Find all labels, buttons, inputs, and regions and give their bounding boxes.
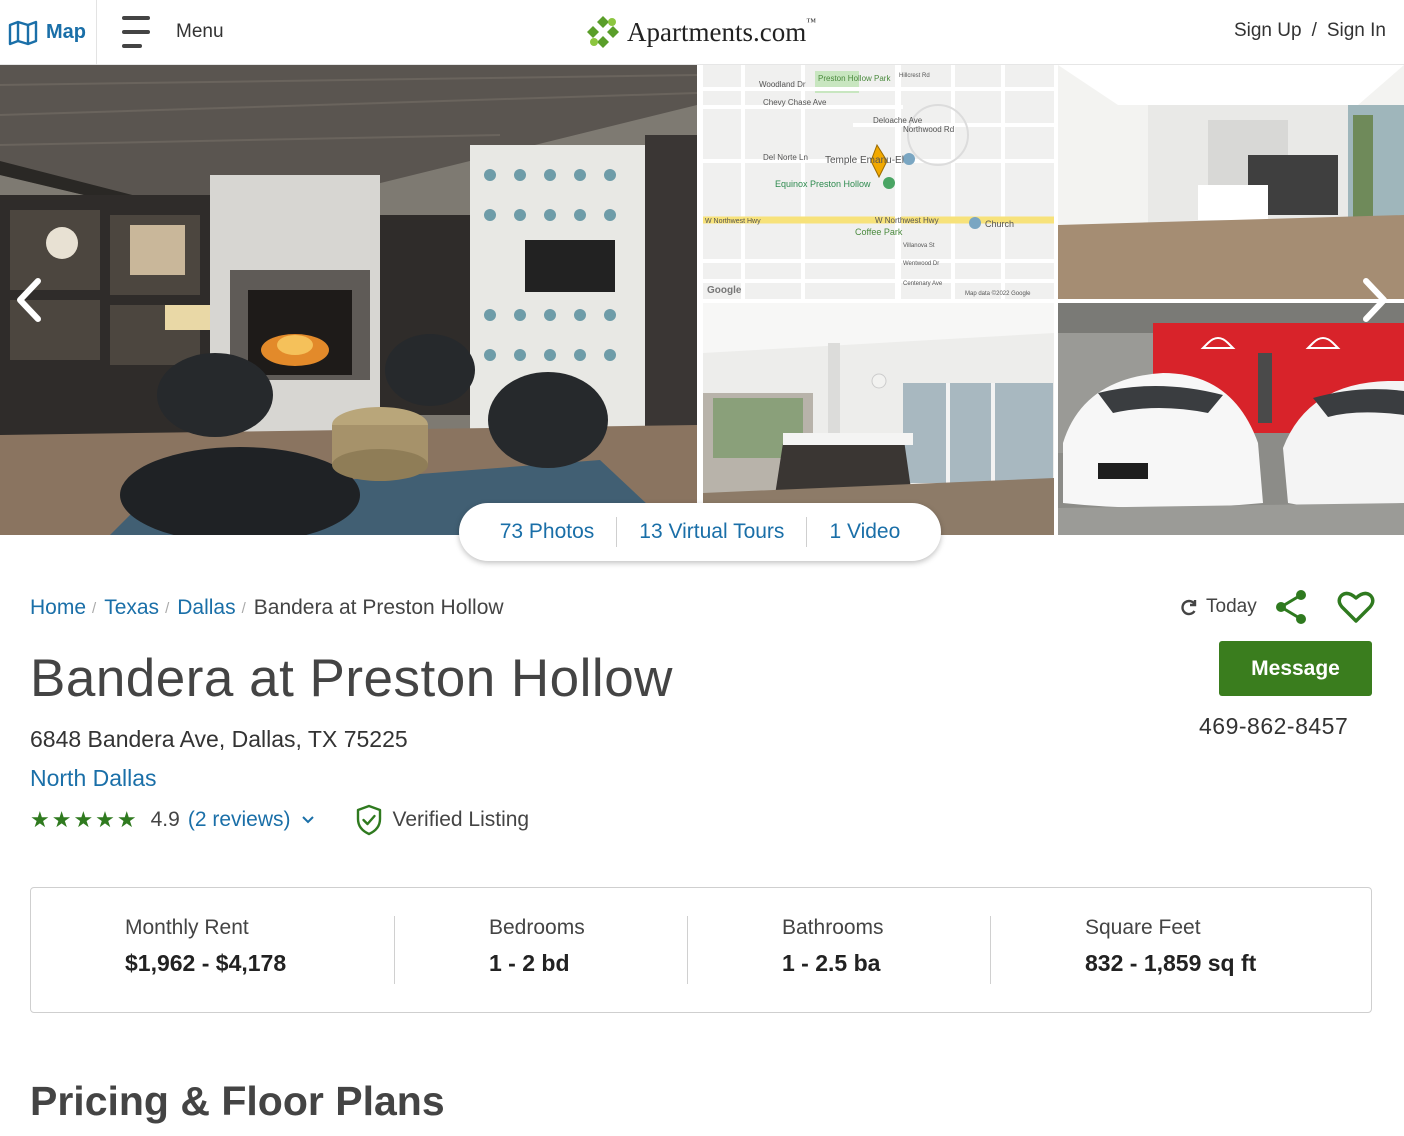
divider: [990, 916, 991, 984]
apartments-logo[interactable]: Apartments.com™: [585, 10, 816, 54]
top-header: Map Menu Apartments.com™ Sign Up / Sign: [0, 0, 1404, 65]
fact-value: 1 - 2.5 ba: [782, 950, 881, 976]
svg-text:Church: Church: [985, 219, 1014, 229]
fact-label: Bathrooms: [782, 916, 884, 939]
auth-links: Sign Up / Sign In: [1234, 20, 1386, 42]
logo-text: Apartments.com™: [627, 16, 817, 47]
reviews-link[interactable]: (2 reviews): [188, 808, 291, 832]
svg-text:Google: Google: [707, 285, 742, 296]
svg-text:Coffee Park: Coffee Park: [855, 227, 903, 237]
svg-text:Wentwood Dr: Wentwood Dr: [903, 261, 939, 267]
rating-value: 4.9: [150, 808, 180, 831]
property-address: 6848 Bandera Ave, Dallas, TX 75225: [30, 726, 408, 752]
breadcrumb-separator: /: [165, 599, 170, 617]
fact-square-feet: Square Feet 832 - 1,859 sq ft: [1085, 916, 1256, 977]
share-icon[interactable]: [1273, 588, 1311, 626]
pricing-section-title: Pricing & Floor Plans: [30, 1078, 445, 1124]
gallery-photo-kitchen[interactable]: [703, 303, 1054, 535]
photo-gallery: Woodland Dr Preston Hollow Park Chevy Ch…: [0, 65, 1404, 535]
refresh-icon: [1181, 599, 1197, 616]
gallery-photo-interior[interactable]: [1058, 65, 1404, 299]
divider: [394, 916, 395, 984]
video-link[interactable]: 1 Video: [807, 520, 922, 544]
fact-value: 1 - 2 bd: [489, 950, 570, 976]
sign-in-link[interactable]: Sign In: [1327, 20, 1386, 42]
fact-bathrooms: Bathrooms 1 - 2.5 ba: [782, 916, 884, 977]
menu-label: Menu: [176, 21, 224, 42]
gallery-photo-ev-charging[interactable]: [1058, 303, 1404, 535]
kitchen-photo-image: [703, 303, 1054, 535]
breadcrumb-dallas[interactable]: Dallas: [177, 596, 235, 620]
svg-text:Northwood Rd: Northwood Rd: [903, 125, 954, 134]
fact-label: Monthly Rent: [125, 916, 249, 939]
heart-icon[interactable]: [1337, 590, 1375, 624]
property-facts-box: Monthly Rent $1,962 - $4,178 Bedrooms 1 …: [30, 887, 1372, 1013]
gallery-prev-button[interactable]: [10, 275, 50, 325]
svg-text:Chevy Chase Ave: Chevy Chase Ave: [763, 98, 827, 107]
virtual-tours-link[interactable]: 13 Virtual Tours: [617, 520, 806, 544]
svg-text:Hillcrest Rd: Hillcrest Rd: [899, 73, 930, 79]
breadcrumb: Home / Texas / Dallas / Bandera at Prest…: [30, 596, 504, 620]
updated-label: Today: [1206, 596, 1257, 617]
star-rating-icon: ★★★★★: [30, 807, 139, 832]
svg-text:W Northwest Hwy: W Northwest Hwy: [875, 216, 939, 225]
fact-value: 832 - 1,859 sq ft: [1085, 950, 1257, 976]
menu-button[interactable]: Menu: [120, 10, 224, 54]
svg-text:Villanova St: Villanova St: [903, 243, 935, 249]
phone-number[interactable]: 469-862-8457: [1199, 713, 1348, 740]
map-button[interactable]: Map: [0, 0, 97, 65]
svg-text:Temple Emanu-El: Temple Emanu-El: [825, 155, 904, 166]
fact-monthly-rent: Monthly Rent $1,962 - $4,178: [125, 916, 286, 977]
svg-text:Del Norte Ln: Del Norte Ln: [763, 153, 808, 162]
hamburger-icon: [120, 12, 152, 52]
location-map-image: Woodland Dr Preston Hollow Park Chevy Ch…: [703, 65, 1054, 299]
gallery-map[interactable]: Woodland Dr Preston Hollow Park Chevy Ch…: [703, 65, 1054, 299]
svg-text:Centenary Ave: Centenary Ave: [903, 281, 943, 287]
breadcrumb-separator: /: [241, 599, 246, 617]
auth-separator: /: [1311, 20, 1317, 41]
verified-listing-badge: Verified Listing: [355, 804, 530, 836]
map-icon: [8, 20, 38, 45]
svg-text:Deloache Ave: Deloache Ave: [873, 116, 923, 125]
divider: [687, 916, 688, 984]
property-title: Bandera at Preston Hollow: [30, 649, 673, 708]
gallery-photo-lounge[interactable]: [0, 65, 697, 535]
fact-bedrooms: Bedrooms 1 - 2 bd: [489, 916, 585, 977]
ev-charging-photo-image: [1058, 303, 1404, 535]
actions-row: Today: [1180, 588, 1375, 626]
chevron-right-icon: [1363, 278, 1387, 322]
fact-value: $1,962 - $4,178: [125, 950, 287, 976]
fact-label: Bedrooms: [489, 916, 585, 939]
photos-link[interactable]: 73 Photos: [478, 520, 617, 544]
svg-text:Woodland Dr: Woodland Dr: [759, 80, 806, 89]
map-label: Map: [46, 21, 86, 43]
interior-photo-image: [1058, 65, 1404, 299]
verified-listing-label: Verified Listing: [392, 808, 530, 831]
message-button[interactable]: Message: [1219, 641, 1372, 696]
svg-text:Preston Hollow Park: Preston Hollow Park: [818, 74, 891, 83]
logo-icon: [587, 16, 619, 48]
chevron-left-icon: [17, 278, 41, 322]
svg-text:Map data ©2022 Google: Map data ©2022 Google: [965, 290, 1031, 297]
fact-label: Square Feet: [1085, 916, 1201, 939]
sign-up-link[interactable]: Sign Up: [1234, 20, 1302, 42]
svg-text:W Northwest Hwy: W Northwest Hwy: [705, 218, 761, 225]
lounge-photo-image: [0, 65, 697, 535]
chevron-down-icon[interactable]: [301, 815, 315, 825]
gallery-next-button[interactable]: [1354, 275, 1394, 325]
rating-row: ★★★★★ 4.9 (2 reviews) Verified Listing: [30, 804, 529, 836]
breadcrumb-home[interactable]: Home: [30, 596, 86, 620]
neighborhood-link[interactable]: North Dallas: [30, 765, 157, 792]
svg-text:Equinox Preston Hollow: Equinox Preston Hollow: [775, 179, 871, 189]
breadcrumb-texas[interactable]: Texas: [104, 596, 159, 620]
media-counts-bar: 73 Photos 13 Virtual Tours 1 Video: [459, 503, 941, 561]
shield-check-icon: [356, 804, 381, 836]
breadcrumb-current: Bandera at Preston Hollow: [253, 596, 504, 619]
breadcrumb-separator: /: [92, 599, 97, 617]
